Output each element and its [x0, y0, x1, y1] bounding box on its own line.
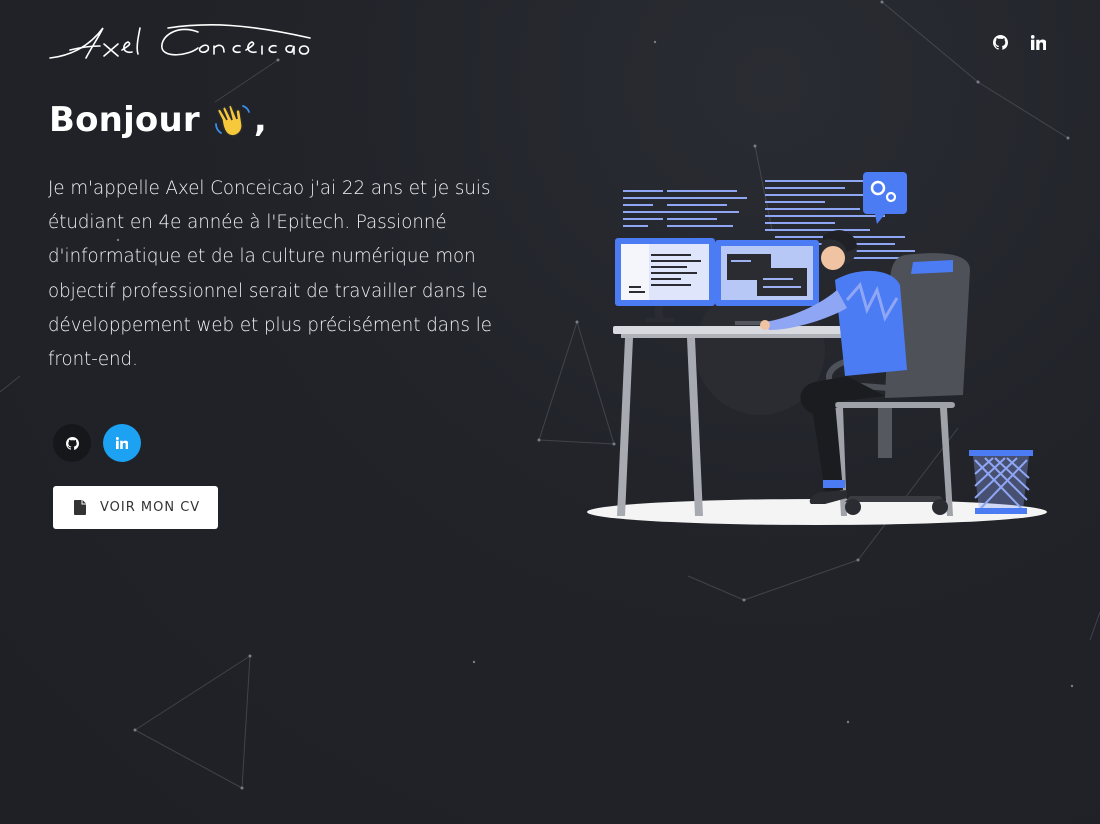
view-cv-label: VOIR MON CV [100, 500, 201, 515]
left-monitor [615, 238, 715, 322]
page: Bonjour , Je m'appelle Axel Conceicao j'… [0, 0, 1100, 824]
hero-heading: Bonjour , [49, 100, 267, 140]
header-social-links [992, 34, 1046, 50]
github-icon[interactable] [992, 34, 1008, 50]
document-icon [74, 500, 86, 515]
view-cv-button[interactable]: VOIR MON CV [53, 486, 218, 529]
linkedin-icon [116, 437, 128, 449]
trash-bin [969, 450, 1033, 514]
intro-paragraph: Je m'appelle Axel Conceicao j'ai 22 ans … [48, 178, 492, 371]
greeting-text: Bonjour [49, 100, 200, 140]
developer-illustration [587, 172, 1047, 525]
signature-logo [49, 24, 311, 59]
github-icon [65, 436, 79, 450]
waving-hand-icon [212, 100, 252, 140]
site-logo[interactable] [48, 18, 318, 71]
github-button[interactable] [53, 424, 91, 462]
linkedin-button[interactable] [103, 424, 141, 462]
social-links [53, 424, 141, 462]
greeting-comma: , [253, 100, 267, 140]
linkedin-icon[interactable] [1030, 34, 1046, 50]
